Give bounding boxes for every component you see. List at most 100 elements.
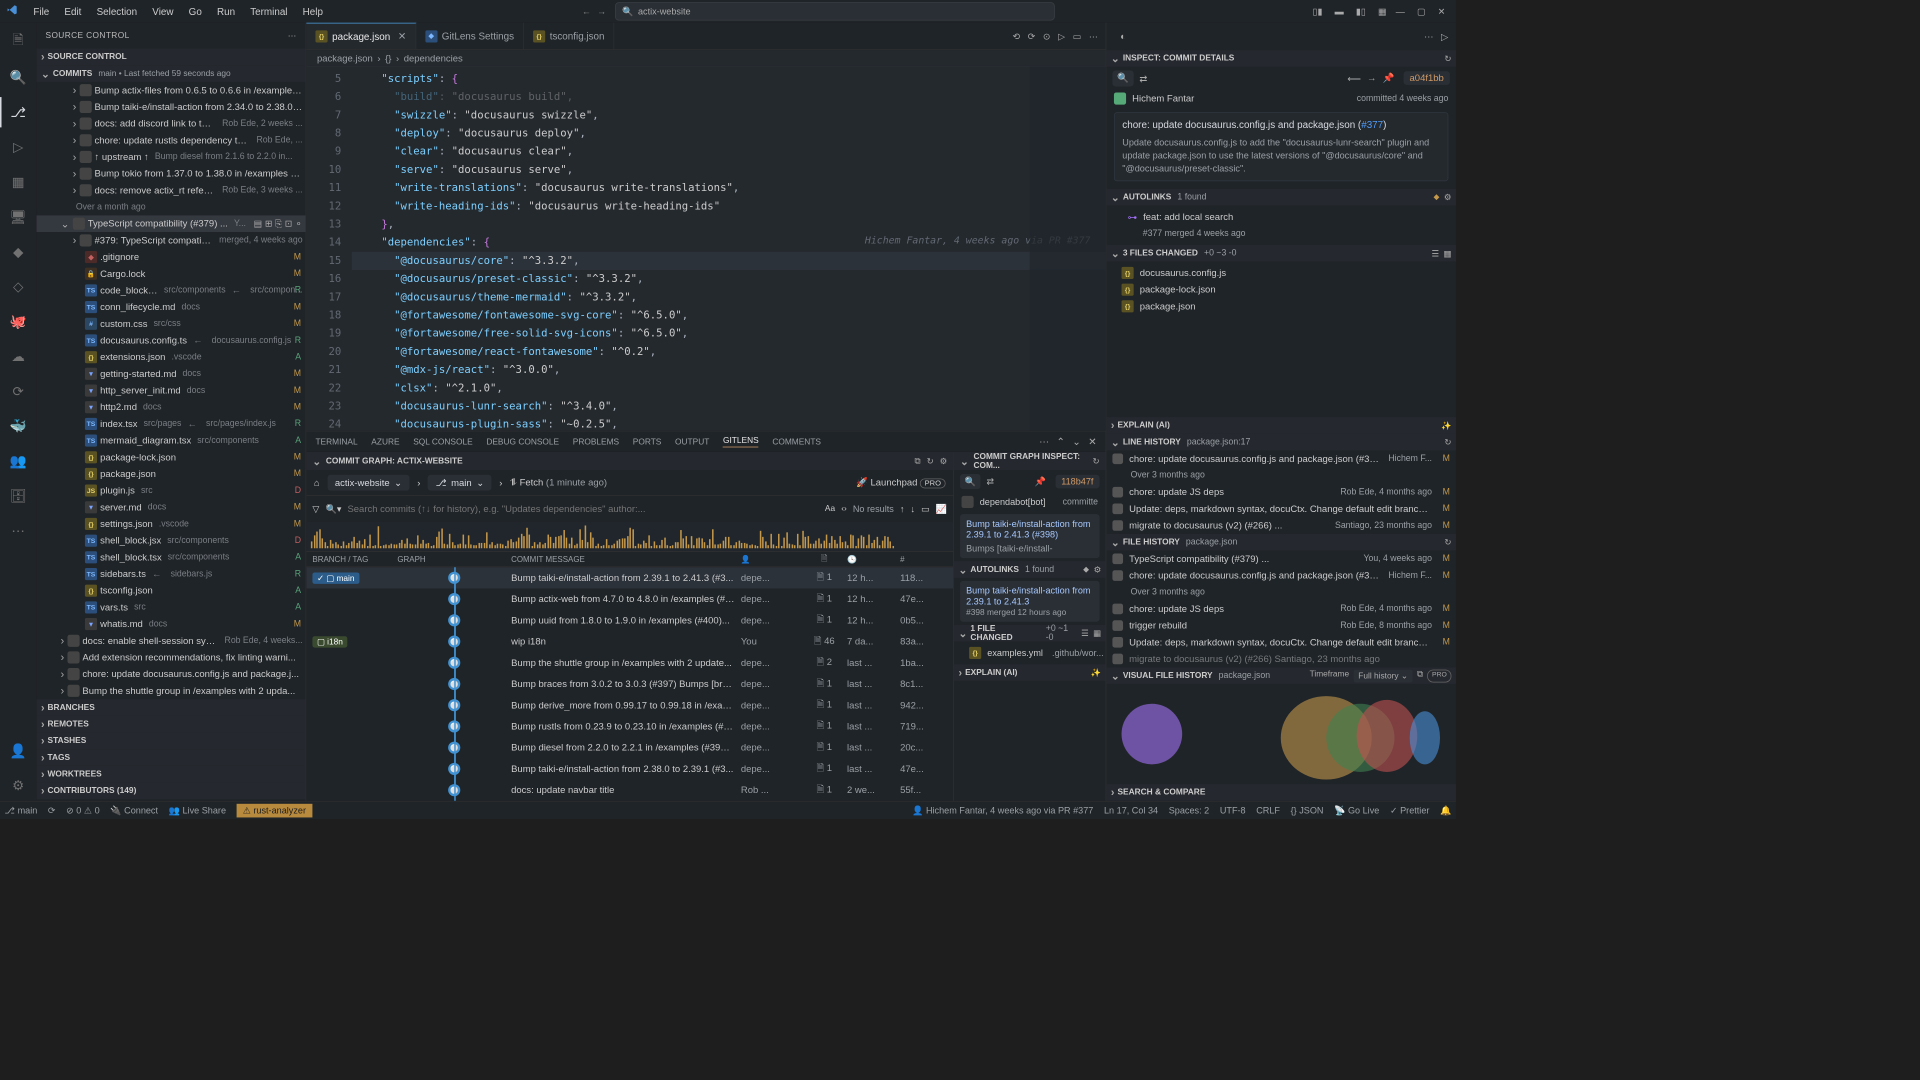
section-contributors-[interactable]: CONTRIBUTORS (149) xyxy=(36,783,305,800)
fetch-button[interactable]: ⥮ Fetch (1 minute ago) xyxy=(510,477,607,488)
sparkle-icon[interactable]: ✨ xyxy=(1091,668,1101,678)
commit-row[interactable]: ↑ upstream ↑Bump diesel from 2.1.6 to 2.… xyxy=(36,149,305,166)
menu-terminal[interactable]: Terminal xyxy=(244,3,293,20)
gitlens-inspect-icon[interactable]: ◐ xyxy=(1114,31,1132,42)
panel-more-icon[interactable]: ⋯ xyxy=(288,31,297,41)
code-line[interactable]: "@mdx-js/react": "^3.0.0", xyxy=(352,361,1106,379)
history-row[interactable]: Over 3 months ago xyxy=(1106,584,1456,601)
activity-gitlens-history[interactable]: ⟳ xyxy=(0,376,36,406)
history-row[interactable]: migrate to docusaurus (v2) (#266) Santia… xyxy=(1106,651,1456,668)
changed-file-row[interactable]: {}examples.yml.github/wor... xyxy=(954,645,1106,662)
history-row[interactable]: Update: deps, markdown syntax, docuCtx. … xyxy=(1106,634,1456,651)
settings-icon[interactable]: ⚙ xyxy=(940,456,947,466)
popout-icon[interactable]: ⧉ xyxy=(915,456,921,466)
file-row[interactable]: 🔒Cargo.lockM xyxy=(36,265,305,282)
chart-icon[interactable]: 📈 xyxy=(936,504,947,515)
commit-search-input[interactable] xyxy=(347,504,818,515)
window-close-icon[interactable]: ✕ xyxy=(1433,3,1450,20)
history-row[interactable]: chore: update JS depsRob Ede, 4 months a… xyxy=(1106,484,1456,501)
tab-package-json[interactable]: {}package.json✕ xyxy=(306,23,416,50)
code-line[interactable]: "@docusaurus/preset-classic": "^3.3.2", xyxy=(352,270,1106,288)
section-source-control[interactable]: SOURCE CONTROL xyxy=(36,49,305,66)
refresh-icon[interactable]: ↻ xyxy=(1444,53,1451,63)
next-result-icon[interactable]: ↓ xyxy=(910,504,915,515)
file-row[interactable]: {}settings.json.vscodeM xyxy=(36,516,305,533)
panel-minimize-icon[interactable]: ⌄ xyxy=(1072,436,1080,448)
tab-gitlens-settings[interactable]: ◆GitLens Settings xyxy=(416,23,524,50)
tree-icon[interactable]: ☰ xyxy=(1431,249,1438,259)
history-row[interactable]: Over 3 months ago xyxy=(1106,467,1456,484)
commit-graph-row[interactable]: ⚪Bump uuid from 1.8.0 to 1.9.0 in /examp… xyxy=(306,610,953,631)
status-item[interactable]: UTF-8 xyxy=(1220,805,1246,816)
section-remotes[interactable]: REMOTES xyxy=(36,716,305,733)
code-line[interactable]: "swizzle": "docusaurus swizzle", xyxy=(352,106,1106,124)
layout-sidebar-left-icon[interactable]: ▯▮ xyxy=(1308,3,1327,20)
section-worktrees[interactable]: WORKTREES xyxy=(36,766,305,783)
sha-badge[interactable]: a04f1bb xyxy=(1403,71,1449,85)
menu-file[interactable]: File xyxy=(27,3,55,20)
window-minimize-icon[interactable]: — xyxy=(1391,3,1409,20)
file-row[interactable]: ◆.gitignoreM xyxy=(36,249,305,266)
panel-tab-sql-console[interactable]: SQL CONSOLE xyxy=(413,437,472,446)
layout-icon[interactable]: ▦ xyxy=(1443,249,1451,259)
status-item[interactable]: Spaces: 2 xyxy=(1169,805,1209,816)
status-item[interactable]: 👤 Hichem Fantar, 4 weeks ago via PR #377 xyxy=(912,805,1093,816)
layout-panel-icon[interactable]: ▬ xyxy=(1330,3,1348,20)
menu-view[interactable]: View xyxy=(146,3,179,20)
branch-picker[interactable]: ⎇ main ⌄ xyxy=(428,475,492,491)
code-line[interactable]: "build": "docusaurus build", xyxy=(352,88,1106,106)
search-icon[interactable]: 🔍▾ xyxy=(325,504,341,515)
panel-tab-comments[interactable]: COMMENTS xyxy=(772,437,821,446)
changed-file-row[interactable]: {}package-lock.json xyxy=(1106,282,1456,299)
layout-sidebar-right-icon[interactable]: ▮▯ xyxy=(1351,3,1370,20)
gear-icon[interactable]: ⚙ xyxy=(1444,193,1451,203)
commit-row[interactable]: Bump actix-files from 0.6.5 to 0.6.6 in … xyxy=(36,82,305,99)
panel-tab-output[interactable]: OUTPUT xyxy=(675,437,709,446)
code-line[interactable]: }, xyxy=(352,215,1106,233)
commit-row[interactable]: Over a month ago xyxy=(36,199,305,216)
back-icon[interactable]: ⟵ xyxy=(1347,72,1361,83)
refresh-icon[interactable]: ↻ xyxy=(1444,437,1451,447)
file-row[interactable]: TSshell_block.tsxsrc/componentsA xyxy=(36,549,305,566)
menu-go[interactable]: Go xyxy=(183,3,208,20)
repo-picker[interactable]: actix-website ⌄ xyxy=(327,475,409,491)
status-item[interactable]: ⊘ 0 ⚠ 0 xyxy=(66,805,99,816)
window-maximize-icon[interactable]: ▢ xyxy=(1412,3,1430,20)
file-row[interactable]: ▾whatis.mddocsM xyxy=(36,616,305,633)
commit-row[interactable]: chore: update docusaurus.config.js and p… xyxy=(36,666,305,683)
left-right-icon[interactable]: ⟳ xyxy=(1028,31,1036,42)
status-rust-analyzer[interactable]: ⚠ rust-analyzer xyxy=(237,803,312,817)
autolink-item[interactable]: ⊶ feat: add local search xyxy=(1106,209,1456,226)
triangle-icon[interactable]: ▷ xyxy=(1058,31,1065,42)
file-row[interactable]: #custom.csssrc/cssM xyxy=(36,315,305,332)
panel-maximize-icon[interactable]: ⌃ xyxy=(1057,436,1065,448)
code-line[interactable]: "serve": "docusaurus serve", xyxy=(352,161,1106,179)
history-row[interactable]: chore: update docusaurus.config.js and p… xyxy=(1106,450,1456,467)
activity-account[interactable]: 👤 xyxy=(0,736,36,766)
activity-gitlens-2[interactable]: ◇ xyxy=(0,271,36,301)
panel-more-icon[interactable]: ⋯ xyxy=(1424,31,1433,42)
code-line[interactable]: "deploy": "docusaurus deploy", xyxy=(352,124,1106,142)
code-line[interactable]: "clear": "docusaurus clear", xyxy=(352,143,1106,161)
status-item[interactable]: Ln 17, Col 34 xyxy=(1104,805,1158,816)
file-row[interactable]: TSindex.tsxsrc/pages←src/pages/index.jsR xyxy=(36,416,305,433)
panel-close-icon[interactable]: ▷ xyxy=(1441,31,1448,42)
commit-graph-row[interactable]: ⚪Bump braces from 3.0.2 to 3.0.3 (#397) … xyxy=(306,673,953,694)
status-item[interactable]: {} JSON xyxy=(1291,805,1324,816)
file-row[interactable]: TSconn_lifecycle.mddocsM xyxy=(36,299,305,316)
file-row[interactable]: {}extensions.json.vscodeA xyxy=(36,349,305,366)
file-row[interactable]: ▾getting-started.mddocsM xyxy=(36,366,305,383)
code-line[interactable]: "write-translations": "docusaurus write-… xyxy=(352,179,1106,197)
activity-run-debug[interactable]: ▷ xyxy=(0,132,36,162)
history-row[interactable]: migrate to docusaurus (v2) (#266) ...San… xyxy=(1106,517,1456,534)
code-editor[interactable]: 56789101112131415161718192021222324 "scr… xyxy=(306,67,1105,431)
history-row[interactable]: chore: update docusaurus.config.js and p… xyxy=(1106,567,1456,584)
activity-more[interactable]: ⋯ xyxy=(0,516,36,546)
file-row[interactable]: TScode_block.tsxsrc/components←src/compo… xyxy=(36,282,305,299)
file-row[interactable]: TSshell_block.jsxsrc/componentsD xyxy=(36,532,305,549)
home-icon[interactable]: ⌂ xyxy=(314,477,320,488)
commit-graph-row[interactable]: ⚪Bump rustls from 0.23.9 to 0.23.10 in /… xyxy=(306,716,953,737)
code-line[interactable]: "docusaurus-plugin-sass": "~0.2.5", xyxy=(352,416,1106,434)
sparkle-icon[interactable]: ✨ xyxy=(1441,420,1451,430)
run-icon[interactable]: ⊙ xyxy=(1043,31,1051,42)
